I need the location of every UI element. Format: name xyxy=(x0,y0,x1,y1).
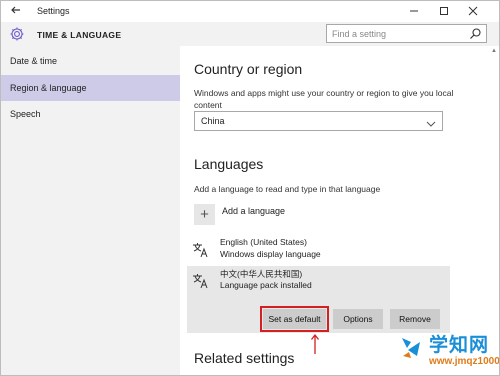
remove-button[interactable]: Remove xyxy=(390,309,440,329)
watermark: 学知网 www.jmqz1000.com xyxy=(399,330,499,375)
language-icon xyxy=(191,237,213,259)
watermark-logo xyxy=(402,338,420,358)
add-language-label: Add a language xyxy=(222,206,286,216)
settings-window: Settings TIME & LANGUAGE Find a setting … xyxy=(0,0,500,376)
sidebar-item-date-time[interactable]: Date & time xyxy=(1,48,180,74)
language-name: 中文(中华人民共和国) xyxy=(220,269,303,279)
close-button[interactable] xyxy=(459,3,487,19)
search-placeholder: Find a setting xyxy=(332,29,387,39)
main-content: Country or region Windows and apps might… xyxy=(181,46,499,375)
chevron-down-icon xyxy=(426,116,436,127)
country-region-heading: Country or region xyxy=(194,61,303,77)
country-selected-value: China xyxy=(201,116,225,126)
language-icon xyxy=(191,268,213,290)
related-settings-heading: Related settings xyxy=(194,350,295,366)
languages-description: Add a language to read and type in that … xyxy=(194,184,381,194)
set-as-default-button[interactable]: Set as default xyxy=(260,306,329,332)
sidebar-item-region-language[interactable]: Region & language xyxy=(1,75,180,101)
scroll-up-icon[interactable]: ▲ xyxy=(491,48,497,54)
red-arrow-annotation xyxy=(310,333,320,355)
languages-heading: Languages xyxy=(194,156,264,172)
language-status: Windows display language xyxy=(220,249,321,259)
watermark-text: 学知网 xyxy=(429,335,490,356)
back-arrow-icon[interactable] xyxy=(10,4,24,18)
country-select[interactable]: China xyxy=(194,111,443,131)
close-icon xyxy=(468,6,478,16)
page-title: TIME & LANGUAGE xyxy=(37,30,122,40)
search-icon[interactable] xyxy=(469,27,482,40)
language-status: Language pack installed xyxy=(220,280,312,290)
gear-icon xyxy=(9,26,25,42)
window-title: Settings xyxy=(37,6,70,16)
minimize-button[interactable] xyxy=(400,3,428,19)
options-button[interactable]: Options xyxy=(333,309,383,329)
language-item-chinese[interactable]: 中文(中华人民共和国) Language pack installed Set … xyxy=(187,266,450,333)
maximize-icon xyxy=(440,7,448,15)
language-name: English (United States) xyxy=(220,237,307,247)
watermark-url: www.jmqz1000.com xyxy=(429,356,500,367)
maximize-button[interactable] xyxy=(430,3,458,19)
plus-icon: + xyxy=(194,204,215,225)
title-bar: Settings xyxy=(1,1,499,22)
scrollbar[interactable]: ▲ xyxy=(491,46,497,375)
country-region-description: Windows and apps might use your country … xyxy=(194,88,454,110)
sidebar: Date & time Region & language Speech xyxy=(1,46,180,375)
sidebar-item-speech[interactable]: Speech xyxy=(1,101,180,127)
language-item-english[interactable]: English (United States) Windows display … xyxy=(187,235,450,265)
search-input[interactable]: Find a setting xyxy=(326,24,487,43)
